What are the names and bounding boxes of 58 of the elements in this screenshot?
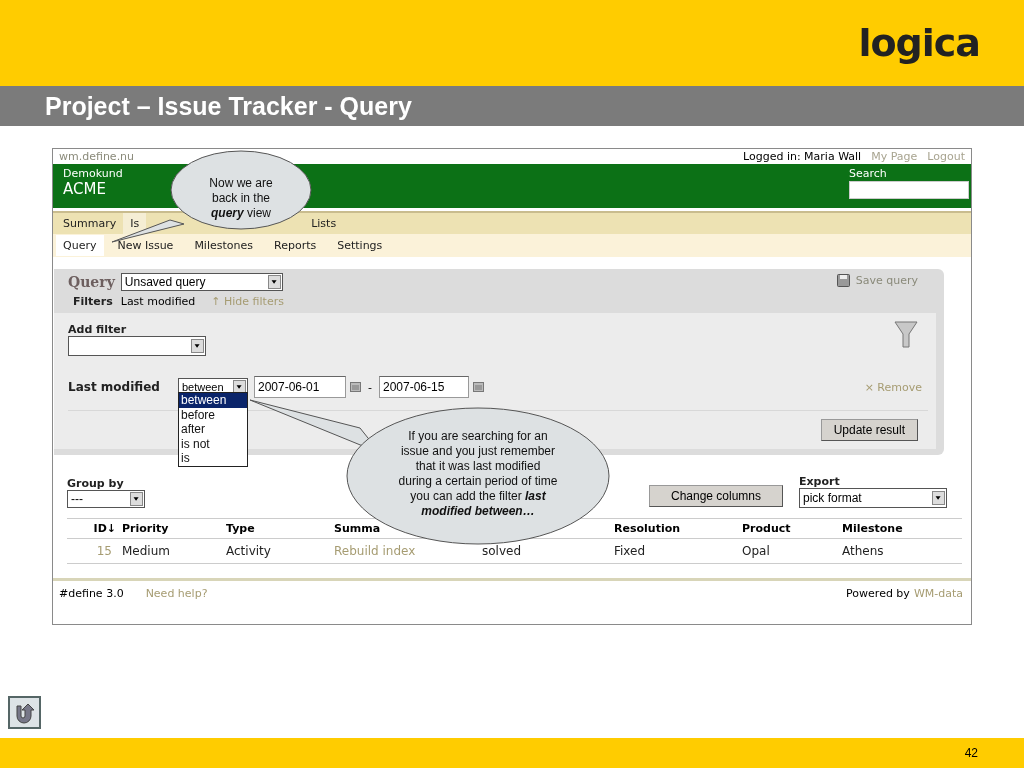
tab[interactable]: Lists [304, 213, 344, 234]
version-text: #define 3.0 [59, 587, 124, 600]
saved-query-select[interactable]: Unsaved query [120, 273, 283, 291]
active-filters: Last modified [120, 295, 196, 308]
return-icon[interactable] [8, 696, 41, 729]
query-title: Query [68, 274, 115, 290]
logged-in-label: Logged in: Maria Wall [743, 150, 862, 163]
tab[interactable]: Milestones [187, 235, 261, 256]
tab[interactable]: Summary [56, 213, 124, 234]
filter-icon [894, 321, 918, 349]
caret-icon [130, 492, 143, 506]
column-header[interactable]: Resolution [614, 522, 681, 535]
tab[interactable]: Query [56, 235, 105, 256]
add-filter-select[interactable] [68, 336, 206, 356]
powered-by-label: Powered by [846, 587, 910, 600]
customer-label: Demokund [63, 167, 123, 180]
table-cell: Fixed [614, 539, 742, 564]
tab[interactable]: Reports [267, 235, 325, 256]
site-name: wm.define.nu [59, 150, 135, 163]
change-columns-button[interactable]: Change columns [649, 485, 783, 507]
logo: logica [858, 21, 980, 65]
filters-label: Filters [73, 295, 113, 308]
column-header[interactable]: Product [742, 522, 791, 535]
group-by-select[interactable]: --- [67, 490, 145, 508]
column-header[interactable]: Summa [334, 522, 381, 535]
caret-icon [191, 339, 204, 353]
callout-text: If you are searching for an issue and you just remember that it was last modified during a certain period of time you can add the filter last modified between… [398, 429, 558, 519]
calendar-icon[interactable] [473, 382, 484, 392]
date-field[interactable]: 2007-06-01 [254, 376, 346, 398]
column-header[interactable]: Milestone [842, 522, 903, 535]
table-cell: Athens [842, 539, 962, 564]
date-separator: - [368, 380, 372, 394]
filter-label: Last modified [68, 380, 161, 394]
floppy-icon [836, 274, 850, 287]
tab[interactable]: Settings [330, 235, 391, 256]
date-field[interactable]: 2007-06-15 [379, 376, 469, 398]
export-label: Export [799, 475, 841, 488]
table-cell: Opal [742, 539, 842, 564]
tab[interactable]: New Issue [110, 235, 182, 256]
add-filter-label: Add filter [68, 323, 128, 336]
callout-text: Now we are back in the query view [208, 176, 274, 221]
dropdown-option[interactable]: between [179, 393, 247, 408]
table-cell: Medium [122, 539, 226, 564]
column-header[interactable]: Priority [122, 522, 169, 535]
caret-icon [932, 491, 945, 505]
export-select[interactable]: pick format [799, 488, 947, 508]
update-result-button[interactable]: Update result [820, 419, 918, 441]
group-by-label: Group by [67, 477, 125, 490]
calendar-icon[interactable] [350, 382, 361, 392]
search-label: Search [849, 167, 888, 180]
table-cell: Activity [226, 539, 334, 564]
page-number: 42 [964, 746, 978, 760]
search-field[interactable] [849, 181, 969, 199]
caret-icon [267, 275, 281, 289]
column-header[interactable]: Type [226, 522, 255, 535]
slide-title: Project – Issue Tracker - Query [45, 91, 412, 121]
customer-name: ACME [63, 180, 107, 198]
column-header[interactable]: ID↓ [93, 522, 116, 535]
